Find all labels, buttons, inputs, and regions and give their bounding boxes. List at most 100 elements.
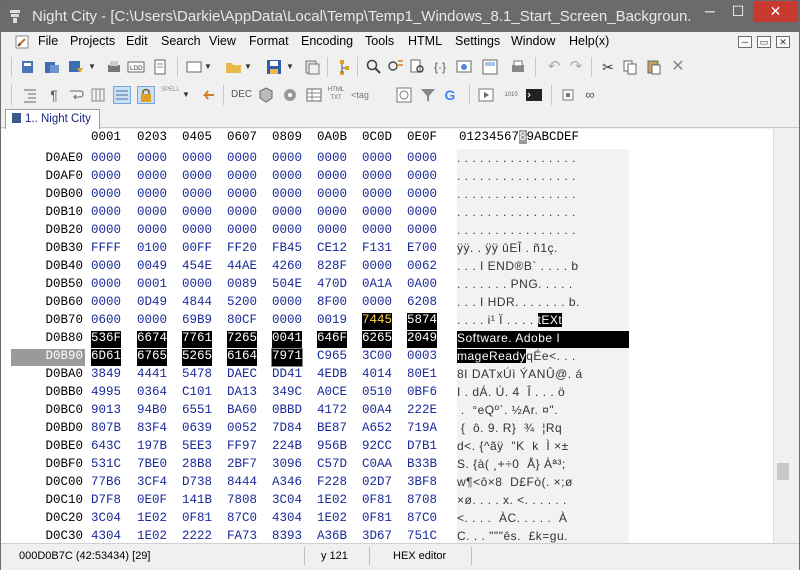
hex-cell[interactable]: 3096: [272, 457, 302, 474]
hex-row[interactable]: D0C20 3C04 1E02 0F81 87C0 4304 1E02 0F81 87C0 <. …: [1, 511, 791, 529]
hex-cell[interactable]: 7761: [182, 331, 213, 348]
hex-cell[interactable]: 0000: [182, 205, 212, 222]
hex-cell[interactable]: 0000: [407, 187, 437, 204]
hex-cell[interactable]: 0364: [137, 385, 167, 402]
hex-cell[interactable]: 0A1A: [362, 277, 392, 294]
minimize-button[interactable]: ─: [696, 1, 724, 22]
hex-row[interactable]: D0B00 0000 0000 0000 0000 0000 0000 0000 0000 . .…: [1, 187, 791, 205]
hex-cell[interactable]: 6D61: [91, 349, 122, 366]
hex-cell[interactable]: 8F00: [317, 295, 347, 312]
dropdown-arrow-icon[interactable]: ▼: [243, 58, 253, 76]
hex-cell[interactable]: 6551: [182, 403, 212, 420]
hex-cell[interactable]: 0000: [91, 277, 121, 294]
hex-row[interactable]: D0B40 0000 0049 454E 44AE 4260 828F 0000 0062 . .…: [1, 259, 791, 277]
hex-cell[interactable]: 751C: [407, 529, 437, 543]
tree-icon[interactable]: [335, 58, 353, 76]
hex-view-icon[interactable]: [113, 86, 131, 104]
hex-cell[interactable]: FA73: [227, 529, 257, 543]
print-icon[interactable]: [105, 58, 123, 76]
hex-cell[interactable]: 94B0: [137, 403, 167, 420]
hex-cell[interactable]: 0000: [272, 187, 302, 204]
mdi-close-button[interactable]: ✕: [776, 36, 790, 48]
scrollbar-thumb[interactable]: [777, 463, 789, 480]
hex-cell[interactable]: 92CC: [362, 439, 392, 456]
ascii-text[interactable]: . . . . i¹ Ï . . . . tEXt: [457, 313, 629, 330]
dec-icon[interactable]: DEC: [231, 86, 252, 104]
play-icon[interactable]: [477, 86, 495, 104]
hex-cell[interactable]: DAEC: [227, 367, 257, 384]
hex-row[interactable]: D0AE0 0000 0000 0000 0000 0000 0000 0000 0000 . .…: [1, 151, 791, 169]
hex-cell[interactable]: DD41: [272, 367, 302, 384]
hex-row[interactable]: D0B20 0000 0000 0000 0000 0000 0000 0000 0000 . .…: [1, 223, 791, 241]
menu-file[interactable]: File: [38, 34, 58, 48]
close-button[interactable]: ✕: [753, 1, 798, 22]
hex-cell[interactable]: 0000: [91, 151, 121, 168]
ascii-text[interactable]: mageReadyqÉe<. . .: [457, 349, 629, 366]
hex-cell[interactable]: 454E: [182, 259, 212, 276]
hex-cell[interactable]: 0100: [137, 241, 167, 258]
ascii-text[interactable]: . . . . . . . . . . . . . . . .: [457, 169, 629, 186]
hex-cell[interactable]: DA13: [227, 385, 257, 402]
undo-icon[interactable]: ↶: [545, 58, 563, 76]
hex-row[interactable]: D0B70 0600 0000 69B9 80CF 0000 0019 7445 5874 . .…: [1, 313, 791, 331]
hex-cell[interactable]: 141B: [182, 493, 212, 510]
hex-cell[interactable]: 3C04: [272, 493, 302, 510]
ascii-text[interactable]: . . . I END®B` . . . . b: [457, 259, 629, 276]
hex-cell[interactable]: 0510: [362, 385, 392, 402]
hex-cell[interactable]: FF20: [227, 241, 257, 258]
hex-cell[interactable]: 0000: [137, 205, 167, 222]
hex-cell[interactable]: 4304: [272, 511, 302, 528]
paste-icon[interactable]: [645, 58, 663, 76]
hex-cell[interactable]: 0000: [137, 187, 167, 204]
hex-cell[interactable]: 0F81: [362, 493, 392, 510]
hex-cell[interactable]: 349C: [272, 385, 302, 402]
hex-cell[interactable]: D7B1: [407, 439, 437, 456]
hex-cell[interactable]: 0000: [362, 295, 392, 312]
wheel-icon[interactable]: [281, 86, 299, 104]
hex-cell[interactable]: 0A00: [407, 277, 437, 294]
hex-cell[interactable]: 0000: [137, 169, 167, 186]
hex-cell[interactable]: C0AA: [362, 457, 392, 474]
hex-cell[interactable]: 0BBD: [272, 403, 302, 420]
hex-cell[interactable]: 2049: [407, 331, 438, 348]
hex-cell[interactable]: A652: [362, 421, 392, 438]
ldd-icon[interactable]: LDD: [127, 58, 145, 76]
hex-cell[interactable]: 0000: [272, 169, 302, 186]
filter-icon[interactable]: [419, 86, 437, 104]
dropdown-arrow-icon[interactable]: ▼: [203, 58, 213, 76]
hex-cell[interactable]: 2BF7: [227, 457, 257, 474]
menu-search[interactable]: Search: [161, 34, 201, 48]
hex-cell[interactable]: FFFF: [91, 241, 121, 258]
hex-cell[interactable]: 7971: [270, 348, 304, 367]
hex-cell[interactable]: 6208: [407, 295, 437, 312]
html-txt-icon[interactable]: HTML TXT: [327, 86, 345, 104]
hex-cell[interactable]: C57D: [317, 457, 347, 474]
binary-icon[interactable]: 1010: [501, 86, 521, 104]
hex-row[interactable]: D0BB0 4995 0364 C101 DA13 349C A0CE 0510 0BF6 I .…: [1, 385, 791, 403]
hex-cell[interactable]: 3BF8: [407, 475, 437, 492]
menu-projects[interactable]: Projects: [70, 34, 115, 48]
hex-row[interactable]: D0B80 536F 6674 7761 7265 0041 646F 6265 2049 Sof…: [1, 331, 791, 349]
replace-icon[interactable]: [387, 58, 405, 76]
save-icon[interactable]: [265, 58, 283, 76]
hex-cell[interactable]: 6164: [227, 349, 258, 366]
hex-row[interactable]: D0B90 6D61 6765 5265 6164 7971 C965 3C00 0003 mag…: [1, 348, 791, 367]
hex-cell[interactable]: 0000: [182, 151, 212, 168]
hex-cell[interactable]: 0BF6: [407, 385, 437, 402]
mdi-minimize-button[interactable]: ─: [738, 36, 752, 48]
hex-cell[interactable]: 02D7: [362, 475, 392, 492]
hex-cell[interactable]: A0CE: [317, 385, 347, 402]
copy-icon[interactable]: [621, 58, 639, 76]
hex-row[interactable]: D0BE0 643C 197B 5EE3 FF97 224B 956B 92CC D7B1 d<.…: [1, 439, 791, 457]
hex-cell[interactable]: 643C: [91, 439, 121, 456]
spell-icon[interactable]: SPELL: [161, 86, 180, 104]
google-icon[interactable]: G: [441, 86, 459, 104]
hex-cell[interactable]: 3D67: [362, 529, 392, 543]
hex-cell[interactable]: 1E02: [317, 511, 347, 528]
ascii-text[interactable]: . . . . . . . . . . . . . . . .: [457, 187, 629, 204]
hex-cell[interactable]: 83F4: [137, 421, 167, 438]
hex-cell[interactable]: 0000: [182, 187, 212, 204]
dropdown-arrow-icon[interactable]: ▼: [285, 58, 295, 76]
hex-cell[interactable]: A36B: [317, 529, 347, 543]
hex-cell[interactable]: 0000: [91, 169, 121, 186]
